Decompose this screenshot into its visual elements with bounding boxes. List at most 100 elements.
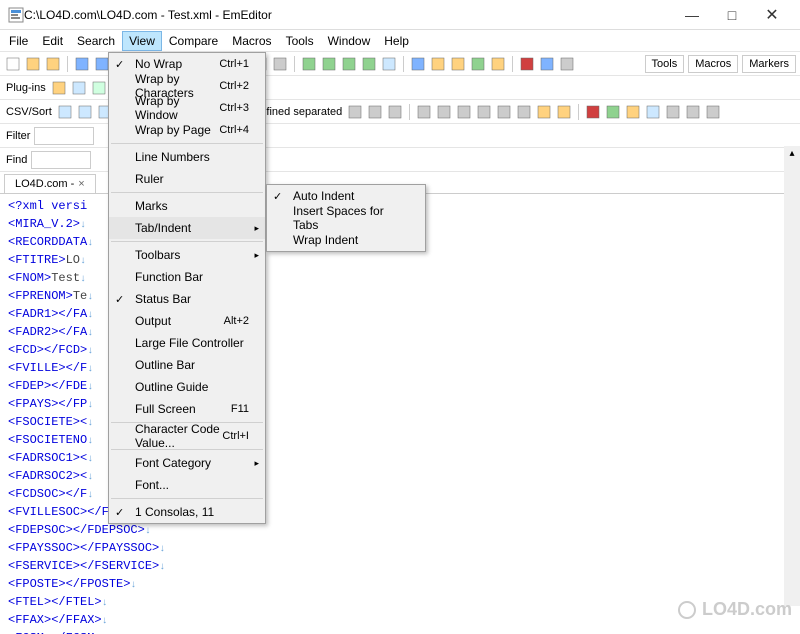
toolbar-icon[interactable] bbox=[664, 103, 682, 121]
toolbar-icon[interactable] bbox=[90, 79, 108, 97]
toolbar-icon[interactable] bbox=[73, 55, 91, 73]
shortcut-label: Ctrl+2 bbox=[219, 80, 249, 92]
vertical-scrollbar[interactable]: ▴ bbox=[784, 146, 800, 606]
toolbar-icon[interactable] bbox=[56, 103, 74, 121]
menu-search[interactable]: Search bbox=[70, 31, 122, 51]
menu-file[interactable]: File bbox=[2, 31, 35, 51]
menu-compare[interactable]: Compare bbox=[162, 31, 225, 51]
tab-label: LO4D.com - bbox=[15, 178, 74, 190]
toolbar-icon[interactable] bbox=[449, 55, 467, 73]
menu-tools[interactable]: Tools bbox=[279, 31, 321, 51]
editor-line: <FDEPSOC></FDEPSOC>↓ bbox=[8, 522, 792, 540]
menu-item-function-bar[interactable]: Function Bar bbox=[109, 266, 265, 288]
document-tab[interactable]: LO4D.com - × bbox=[4, 174, 96, 193]
menu-item-ruler[interactable]: Ruler bbox=[109, 168, 265, 190]
toolbar-icon[interactable] bbox=[366, 103, 384, 121]
globe-icon bbox=[678, 601, 696, 619]
toolbar-icon[interactable] bbox=[76, 103, 94, 121]
toolbar-icon[interactable] bbox=[4, 55, 22, 73]
toolbar-icon[interactable] bbox=[360, 55, 378, 73]
tab-close-icon[interactable]: × bbox=[78, 178, 84, 190]
toolbar-icon[interactable] bbox=[340, 55, 358, 73]
toolbar-icon[interactable] bbox=[535, 103, 553, 121]
submenu-item-label: Wrap Indent bbox=[293, 233, 358, 247]
menu-item-label: Output bbox=[135, 314, 171, 328]
editor-line: <FPAYSSOC></FPAYSSOC>↓ bbox=[8, 540, 792, 558]
toolbar-icon[interactable] bbox=[320, 55, 338, 73]
menu-edit[interactable]: Edit bbox=[35, 31, 70, 51]
menu-item-large-file-controller[interactable]: Large File Controller bbox=[109, 332, 265, 354]
toolbar-icon[interactable] bbox=[429, 55, 447, 73]
menu-help[interactable]: Help bbox=[377, 31, 416, 51]
toolbar-icon[interactable] bbox=[415, 103, 433, 121]
menu-macros[interactable]: Macros bbox=[225, 31, 278, 51]
separator bbox=[512, 56, 513, 72]
toolbar-icon[interactable] bbox=[495, 103, 513, 121]
toolbar-icon[interactable] bbox=[684, 103, 702, 121]
toolbar-icon[interactable] bbox=[455, 103, 473, 121]
editor-line: <FFAX></FFAX>↓ bbox=[8, 612, 792, 630]
menu-item-output[interactable]: OutputAlt+2 bbox=[109, 310, 265, 332]
menu-item-font-category[interactable]: Font Category▸ bbox=[109, 452, 265, 474]
side-tab-tools[interactable]: Tools bbox=[645, 55, 685, 73]
toolbar-icon[interactable] bbox=[346, 103, 364, 121]
menu-item-tab-indent[interactable]: Tab/Indent▸ bbox=[109, 217, 265, 239]
toolbar-icon[interactable] bbox=[558, 55, 576, 73]
editor-line: <FGSM></FGSM>↓ bbox=[8, 630, 792, 634]
side-tab-macros[interactable]: Macros bbox=[688, 55, 738, 73]
toolbar-icon[interactable] bbox=[469, 55, 487, 73]
menu-item-label: 1 Consolas, 11 bbox=[135, 505, 214, 519]
toolbar-icon[interactable] bbox=[538, 55, 556, 73]
menu-item-full-screen[interactable]: Full ScreenF11 bbox=[109, 398, 265, 420]
side-tab-markers[interactable]: Markers bbox=[742, 55, 796, 73]
toolbar-icon[interactable] bbox=[386, 103, 404, 121]
toolbar-icon[interactable] bbox=[604, 103, 622, 121]
toolbar-icon[interactable] bbox=[518, 55, 536, 73]
submenu-item-insert-spaces-for-tabs[interactable]: Insert Spaces for Tabs bbox=[267, 207, 425, 229]
minimize-button[interactable]: — bbox=[672, 1, 712, 29]
maximize-button[interactable]: □ bbox=[712, 1, 752, 29]
toolbar-icon[interactable] bbox=[644, 103, 662, 121]
submenu-arrow-icon: ▸ bbox=[254, 223, 259, 234]
separator bbox=[409, 104, 410, 120]
shortcut-label: Ctrl+4 bbox=[219, 124, 249, 136]
menu-item-wrap-by-page[interactable]: Wrap by PageCtrl+4 bbox=[109, 119, 265, 141]
menu-item-outline-guide[interactable]: Outline Guide bbox=[109, 376, 265, 398]
toolbar-icon[interactable] bbox=[584, 103, 602, 121]
toolbar-icon[interactable] bbox=[271, 55, 289, 73]
menu-item-character-code-value-[interactable]: Character Code Value...Ctrl+I bbox=[109, 425, 265, 447]
toolbar-icon[interactable] bbox=[555, 103, 573, 121]
toolbar-icon[interactable] bbox=[704, 103, 722, 121]
toolbar-icon[interactable] bbox=[409, 55, 427, 73]
menu-item-status-bar[interactable]: ✓Status Bar bbox=[109, 288, 265, 310]
scroll-up-icon[interactable]: ▴ bbox=[787, 146, 796, 161]
menu-window[interactable]: Window bbox=[321, 31, 378, 51]
find-input[interactable] bbox=[31, 151, 91, 169]
menu-item-marks[interactable]: Marks bbox=[109, 195, 265, 217]
toolbar-icon[interactable] bbox=[44, 55, 62, 73]
toolbar-icon[interactable] bbox=[24, 55, 42, 73]
menu-item-wrap-by-window[interactable]: Wrap by WindowCtrl+3 bbox=[109, 97, 265, 119]
menu-view[interactable]: View bbox=[122, 31, 162, 51]
filter-input[interactable] bbox=[34, 127, 94, 145]
csv-label: CSV/Sort bbox=[4, 106, 54, 118]
menu-item-1-consolas-11[interactable]: ✓1 Consolas, 11 bbox=[109, 501, 265, 523]
separator bbox=[294, 56, 295, 72]
toolbar-icon[interactable] bbox=[435, 103, 453, 121]
toolbar-icon[interactable] bbox=[624, 103, 642, 121]
menu-item-line-numbers[interactable]: Line Numbers bbox=[109, 146, 265, 168]
toolbar-icon[interactable] bbox=[475, 103, 493, 121]
menu-item-outline-bar[interactable]: Outline Bar bbox=[109, 354, 265, 376]
editor-line: <FTEL></FTEL>↓ bbox=[8, 594, 792, 612]
menu-item-toolbars[interactable]: Toolbars▸ bbox=[109, 244, 265, 266]
submenu-item-wrap-indent[interactable]: Wrap Indent bbox=[267, 229, 425, 251]
close-button[interactable]: ✕ bbox=[752, 1, 792, 29]
toolbar-icon[interactable] bbox=[70, 79, 88, 97]
toolbar-icon[interactable] bbox=[515, 103, 533, 121]
toolbar-icon[interactable] bbox=[380, 55, 398, 73]
toolbar-icon[interactable] bbox=[300, 55, 318, 73]
toolbar-icon[interactable] bbox=[50, 79, 68, 97]
menu-item-label: Character Code Value... bbox=[135, 422, 222, 450]
menu-item-font-[interactable]: Font... bbox=[109, 474, 265, 496]
toolbar-icon[interactable] bbox=[489, 55, 507, 73]
